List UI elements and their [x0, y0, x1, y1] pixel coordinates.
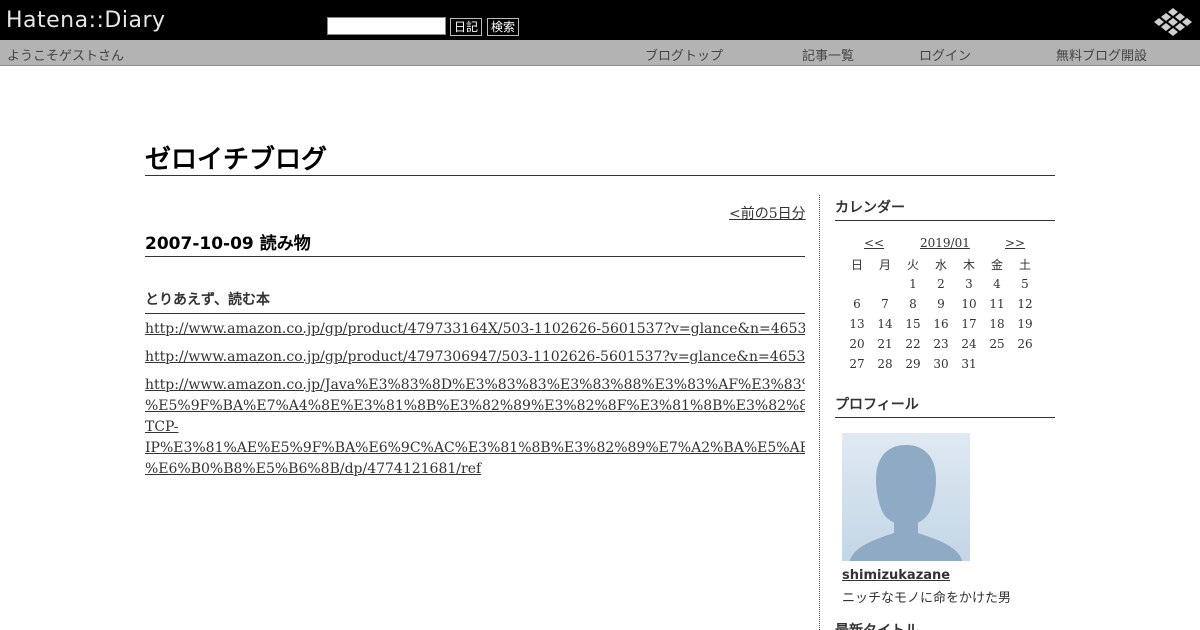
calendar-day: 4: [993, 277, 1001, 291]
calendar-day: 29: [905, 357, 921, 371]
entry-heading: 2007-10-09 読み物: [145, 229, 805, 257]
book-link-line: TCP-: [145, 419, 179, 435]
profile-description: ニッチなモノに命をかけた男: [842, 591, 1012, 606]
calendar-day: 7: [881, 297, 889, 311]
avatar[interactable]: [842, 433, 970, 561]
calendar-day: 10: [961, 297, 977, 311]
search-input[interactable]: [327, 17, 446, 35]
calendar-week-row: 6 7 8 9 10 11 12: [843, 294, 1039, 314]
calendar-day: [1011, 354, 1039, 374]
book-link-line: IP%E3%81%AE%E5%9F%BA%E6%9C%AC%E3%81%8B%E…: [145, 440, 805, 456]
calendar-day: [843, 274, 871, 294]
entry-title: 読み物: [259, 234, 311, 254]
calendar-table: 日 月 火 水 木 金 土 1 2 3 4 5 6 7 8 9 10 11 12…: [843, 254, 1039, 374]
nav-entry-list-link[interactable]: 記事一覧: [802, 45, 854, 64]
sidebar-divider: [819, 195, 820, 630]
calendar-day: 12: [1017, 297, 1033, 311]
calendar-day: 5: [1021, 277, 1029, 291]
previous-5-days-link[interactable]: <前の5日分: [729, 203, 806, 223]
weekday-label: 水: [934, 257, 947, 272]
calendar-day: 17: [961, 317, 977, 331]
calendar-day: 13: [849, 317, 865, 331]
hatena-diary-logo[interactable]: Hatena::Diary: [6, 10, 166, 32]
calendar-day: 28: [877, 357, 893, 371]
calendar-day: 22: [905, 337, 921, 351]
weekday-label: 木: [962, 257, 975, 272]
entry-date-link[interactable]: 2007-10-09: [145, 234, 254, 254]
calendar-day: [871, 274, 899, 294]
blog-title[interactable]: ゼロイチブログ: [145, 139, 327, 176]
book-link-line: http://www.amazon.co.jp/Java%E3%83%8D%E3…: [145, 377, 805, 393]
calendar-day: 24: [961, 337, 977, 351]
calendar-week-row: 1 2 3 4 5: [843, 274, 1039, 294]
book-link-line: %E5%9F%BA%E7%A4%8E%E3%81%8B%E3%82%89%E3%…: [145, 398, 805, 414]
calendar-day: 15: [905, 317, 921, 331]
default-user-silhouette-icon: [850, 445, 962, 561]
calendar-weekday-row: 日 月 火 水 木 金 土: [843, 254, 1039, 274]
calendar-day: 30: [933, 357, 949, 371]
welcome-text: ようこそゲストさん: [7, 49, 125, 64]
calendar-day: 26: [1017, 337, 1033, 351]
calendar-day: 8: [909, 297, 917, 311]
calendar-day: 9: [937, 297, 945, 311]
calendar-day: 11: [989, 297, 1005, 311]
top-bar: Hatena::Diary 日記 検索: [0, 0, 1200, 40]
nav-create-blog-link[interactable]: 無料ブログ開設: [1056, 45, 1147, 64]
calendar-next-month-link[interactable]: >>: [1005, 236, 1025, 250]
calendar-day: 14: [877, 317, 893, 331]
sub-nav-bar: ようこそゲストさん ブログトップ 記事一覧 ログイン 無料ブログ開設: [0, 40, 1200, 66]
profile-name-link[interactable]: shimizukazane: [842, 568, 950, 583]
calendar-day: 31: [961, 357, 977, 371]
hatena-grid-icon[interactable]: [1152, 6, 1194, 38]
calendar-day: 1: [909, 277, 917, 291]
weekday-label: 金: [990, 257, 1003, 272]
book-link[interactable]: http://www.amazon.co.jp/gp/product/47973…: [145, 347, 805, 368]
recent-titles-heading: 最新タイトル: [835, 620, 1055, 630]
calendar-day: 21: [877, 337, 893, 351]
calendar-heading: カレンダー: [835, 197, 1055, 221]
calendar-day: 16: [933, 317, 949, 331]
book-link-long[interactable]: http://www.amazon.co.jp/Java%E3%83%8D%E3…: [145, 375, 805, 480]
calendar-day: [983, 354, 1011, 374]
calendar-day: 18: [989, 317, 1005, 331]
calendar-day: 3: [965, 277, 973, 291]
book-link[interactable]: http://www.amazon.co.jp/gp/product/47973…: [145, 319, 805, 340]
calendar-week-row: 27 28 29 30 31: [843, 354, 1039, 374]
calendar-day: 23: [933, 337, 949, 351]
calendar-prev-month-link[interactable]: <<: [864, 236, 884, 250]
calendar-day: 2: [937, 277, 945, 291]
calendar-week-row: 20 21 22 23 24 25 26: [843, 334, 1039, 354]
calendar-day: 25: [989, 337, 1005, 351]
weekday-label: 日: [850, 257, 863, 272]
weekday-label: 土: [1018, 257, 1031, 272]
calendar-day: 6: [853, 297, 861, 311]
profile-heading: プロフィール: [835, 394, 1055, 418]
search-button[interactable]: 検索: [487, 18, 520, 36]
section-heading: とりあえず、読む本: [145, 289, 805, 314]
weekday-label: 火: [906, 257, 919, 272]
diary-button[interactable]: 日記: [450, 18, 483, 36]
weekday-label: 月: [878, 257, 891, 272]
nav-blog-top-link[interactable]: ブログトップ: [645, 45, 723, 64]
calendar-day: 27: [849, 357, 865, 371]
nav-login-link[interactable]: ログイン: [919, 45, 971, 64]
title-divider: [145, 175, 1055, 176]
calendar-day: 20: [849, 337, 865, 351]
calendar-month-link[interactable]: 2019/01: [920, 236, 970, 250]
book-link-line: %E6%B0%B8%E5%B6%8B/dp/4774121681/ref: [145, 461, 482, 477]
calendar-day: 19: [1017, 317, 1033, 331]
calendar-week-row: 13 14 15 16 17 18 19: [843, 314, 1039, 334]
